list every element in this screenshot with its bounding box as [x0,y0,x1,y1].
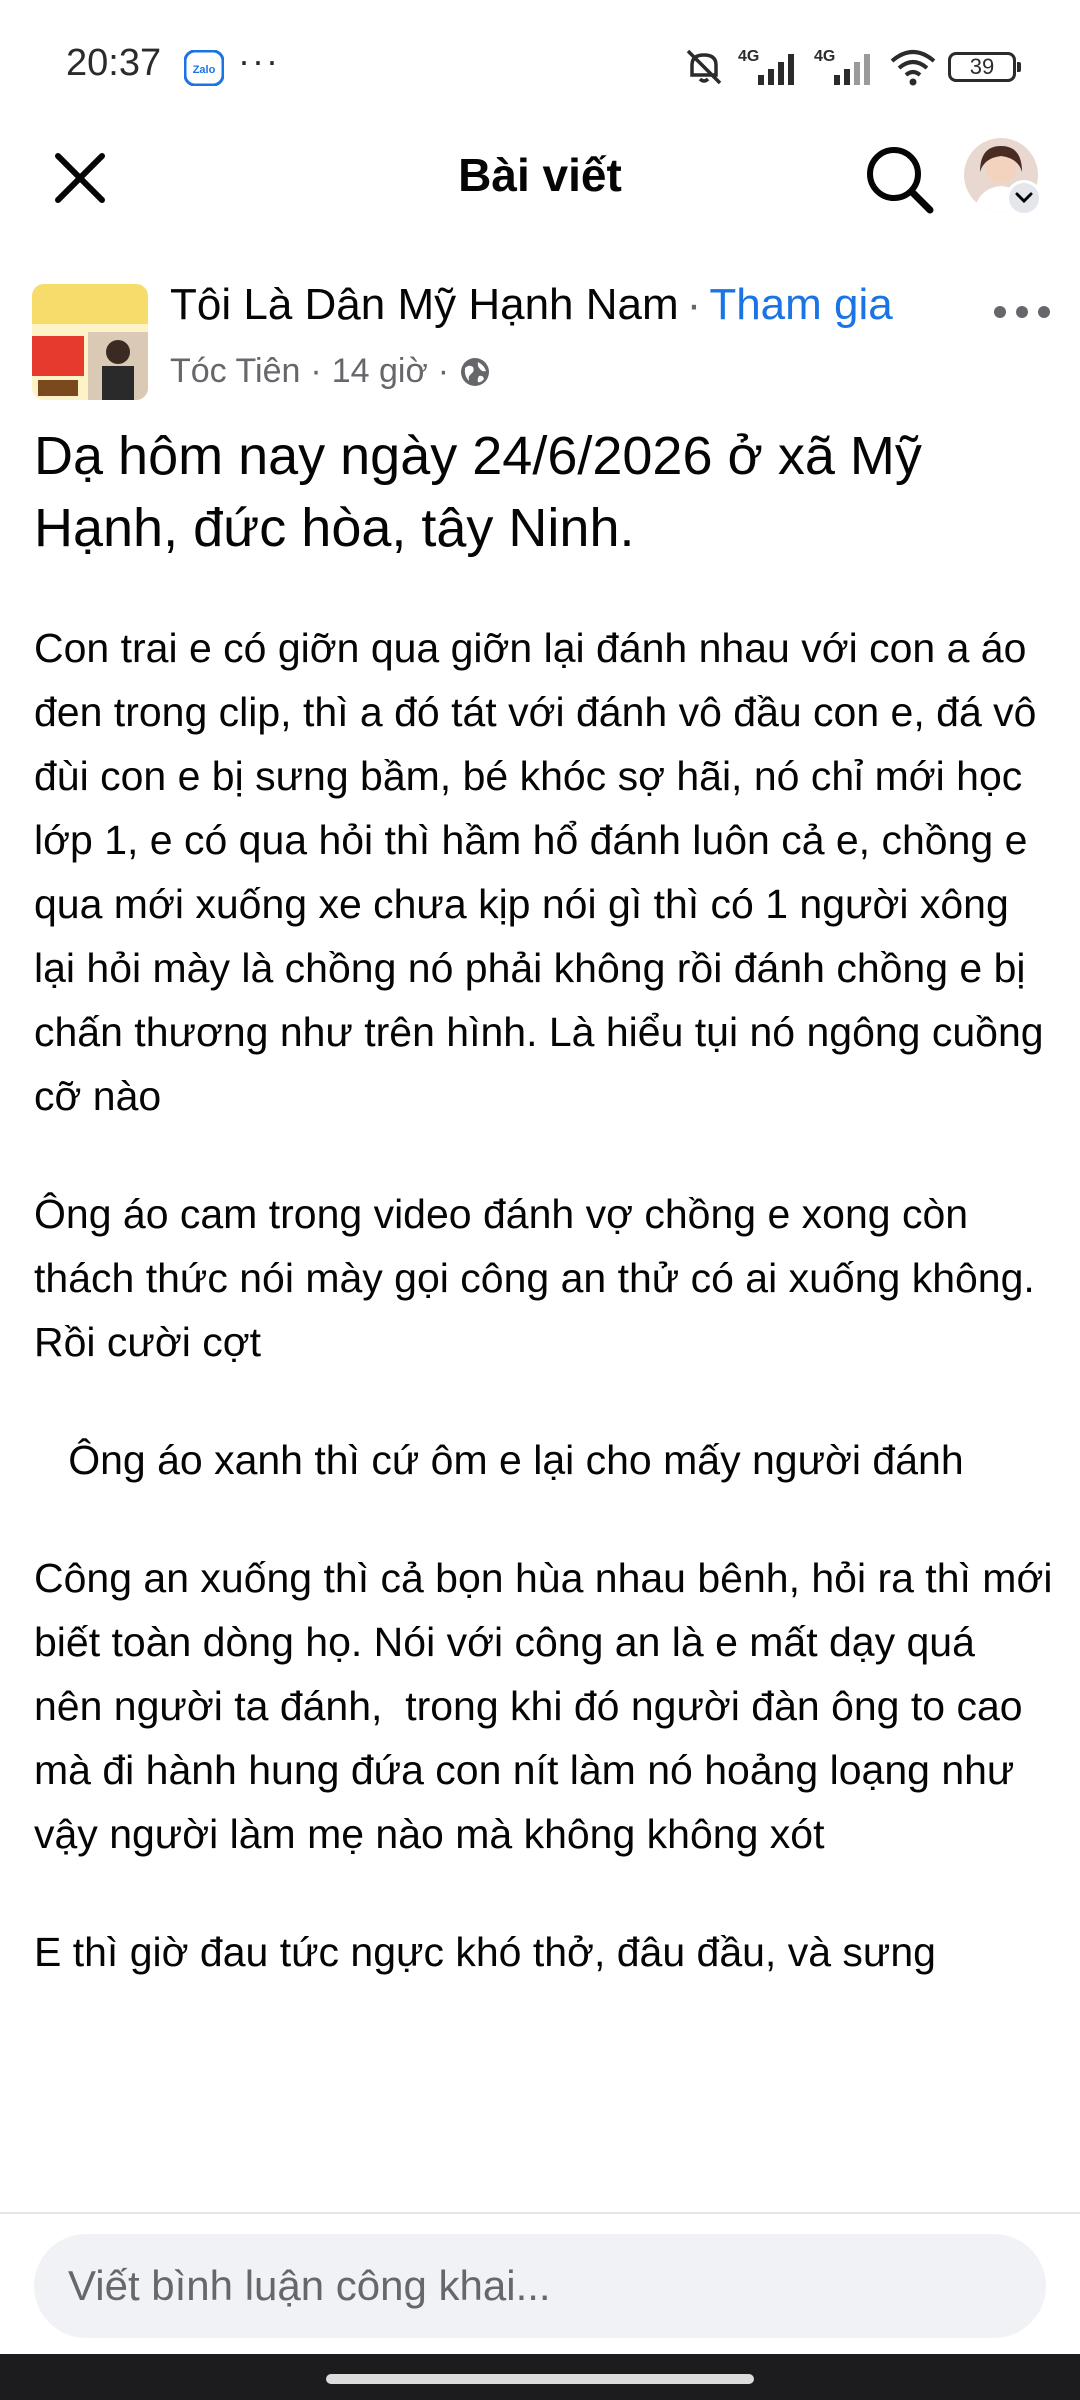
app-header: Bài viết [0,130,1080,240]
chevron-down-icon[interactable] [1006,180,1042,216]
post-body: Dạ hôm nay ngày 24/6/2026 ở xã Mỹ Hạnh, … [34,420,1054,2212]
battery-level: 39 [969,54,995,79]
post-time[interactable]: 14 giờ [332,352,428,391]
group-name[interactable]: Tôi Là Dân Mỹ Hạnh Nam [170,280,679,329]
meta-separator-2: · [437,352,450,390]
status-more-icon: ··· [238,40,280,81]
comment-input[interactable] [34,2234,1046,2338]
wifi-icon [890,50,936,86]
post-header: Tôi Là Dân Mỹ Hạnh Nam · Tham gia Tóc Tiên… [0,268,1080,418]
author-name[interactable]: Tóc Tiên [170,352,300,391]
post-paragraph-5: E thì giờ đau tức ngực khó thở, đâu đầu,… [34,1929,936,1975]
svg-text:4G: 4G [738,48,759,65]
mute-icon [686,49,722,85]
status-icons: 4G 4G 39 [682,44,1021,90]
post-paragraph-4: Công an xuống thì cả bọn hùa nhau bênh, … [34,1555,1053,1857]
comment-bar [0,2212,1080,2354]
group-line: Tôi Là Dân Mỹ Hạnh Nam · Tham gia [170,280,893,330]
join-group-link[interactable]: Tham gia [709,280,892,329]
home-indicator[interactable] [326,2374,754,2384]
post-paragraph-1: Con trai e có giỡn qua giỡn lại đánh nha… [34,625,1054,1119]
battery-icon: 39 [948,52,1021,82]
svg-text:4G: 4G [814,48,835,65]
zalo-icon: Zalo [184,50,224,86]
separator-dot: · [686,280,702,329]
system-nav-bar [0,2354,1080,2400]
group-avatar[interactable] [32,284,148,400]
signal-2-icon: 4G [814,48,870,85]
post-meta: Tóc Tiên · 14 giờ · [170,352,491,391]
status-bar: 20:37 Zalo ··· 4G 4G 39 [0,0,1080,130]
status-time: 20:37 [66,42,162,84]
post-title: Dạ hôm nay ngày 24/6/2026 ở xã Mỹ Hạnh, … [34,426,922,558]
svg-text:Zalo: Zalo [193,64,216,76]
search-icon[interactable] [858,138,940,220]
more-options-icon[interactable] [990,292,1054,332]
signal-1-icon: 4G [738,48,794,85]
meta-separator: · [310,352,322,390]
post-paragraph-2: Ông áo cam trong video đánh vợ chồng e x… [34,1191,1047,1365]
globe-icon [461,357,490,386]
post-paragraph-3: Ông áo xanh thì cứ ôm e lại cho mấy ngườ… [34,1437,964,1483]
